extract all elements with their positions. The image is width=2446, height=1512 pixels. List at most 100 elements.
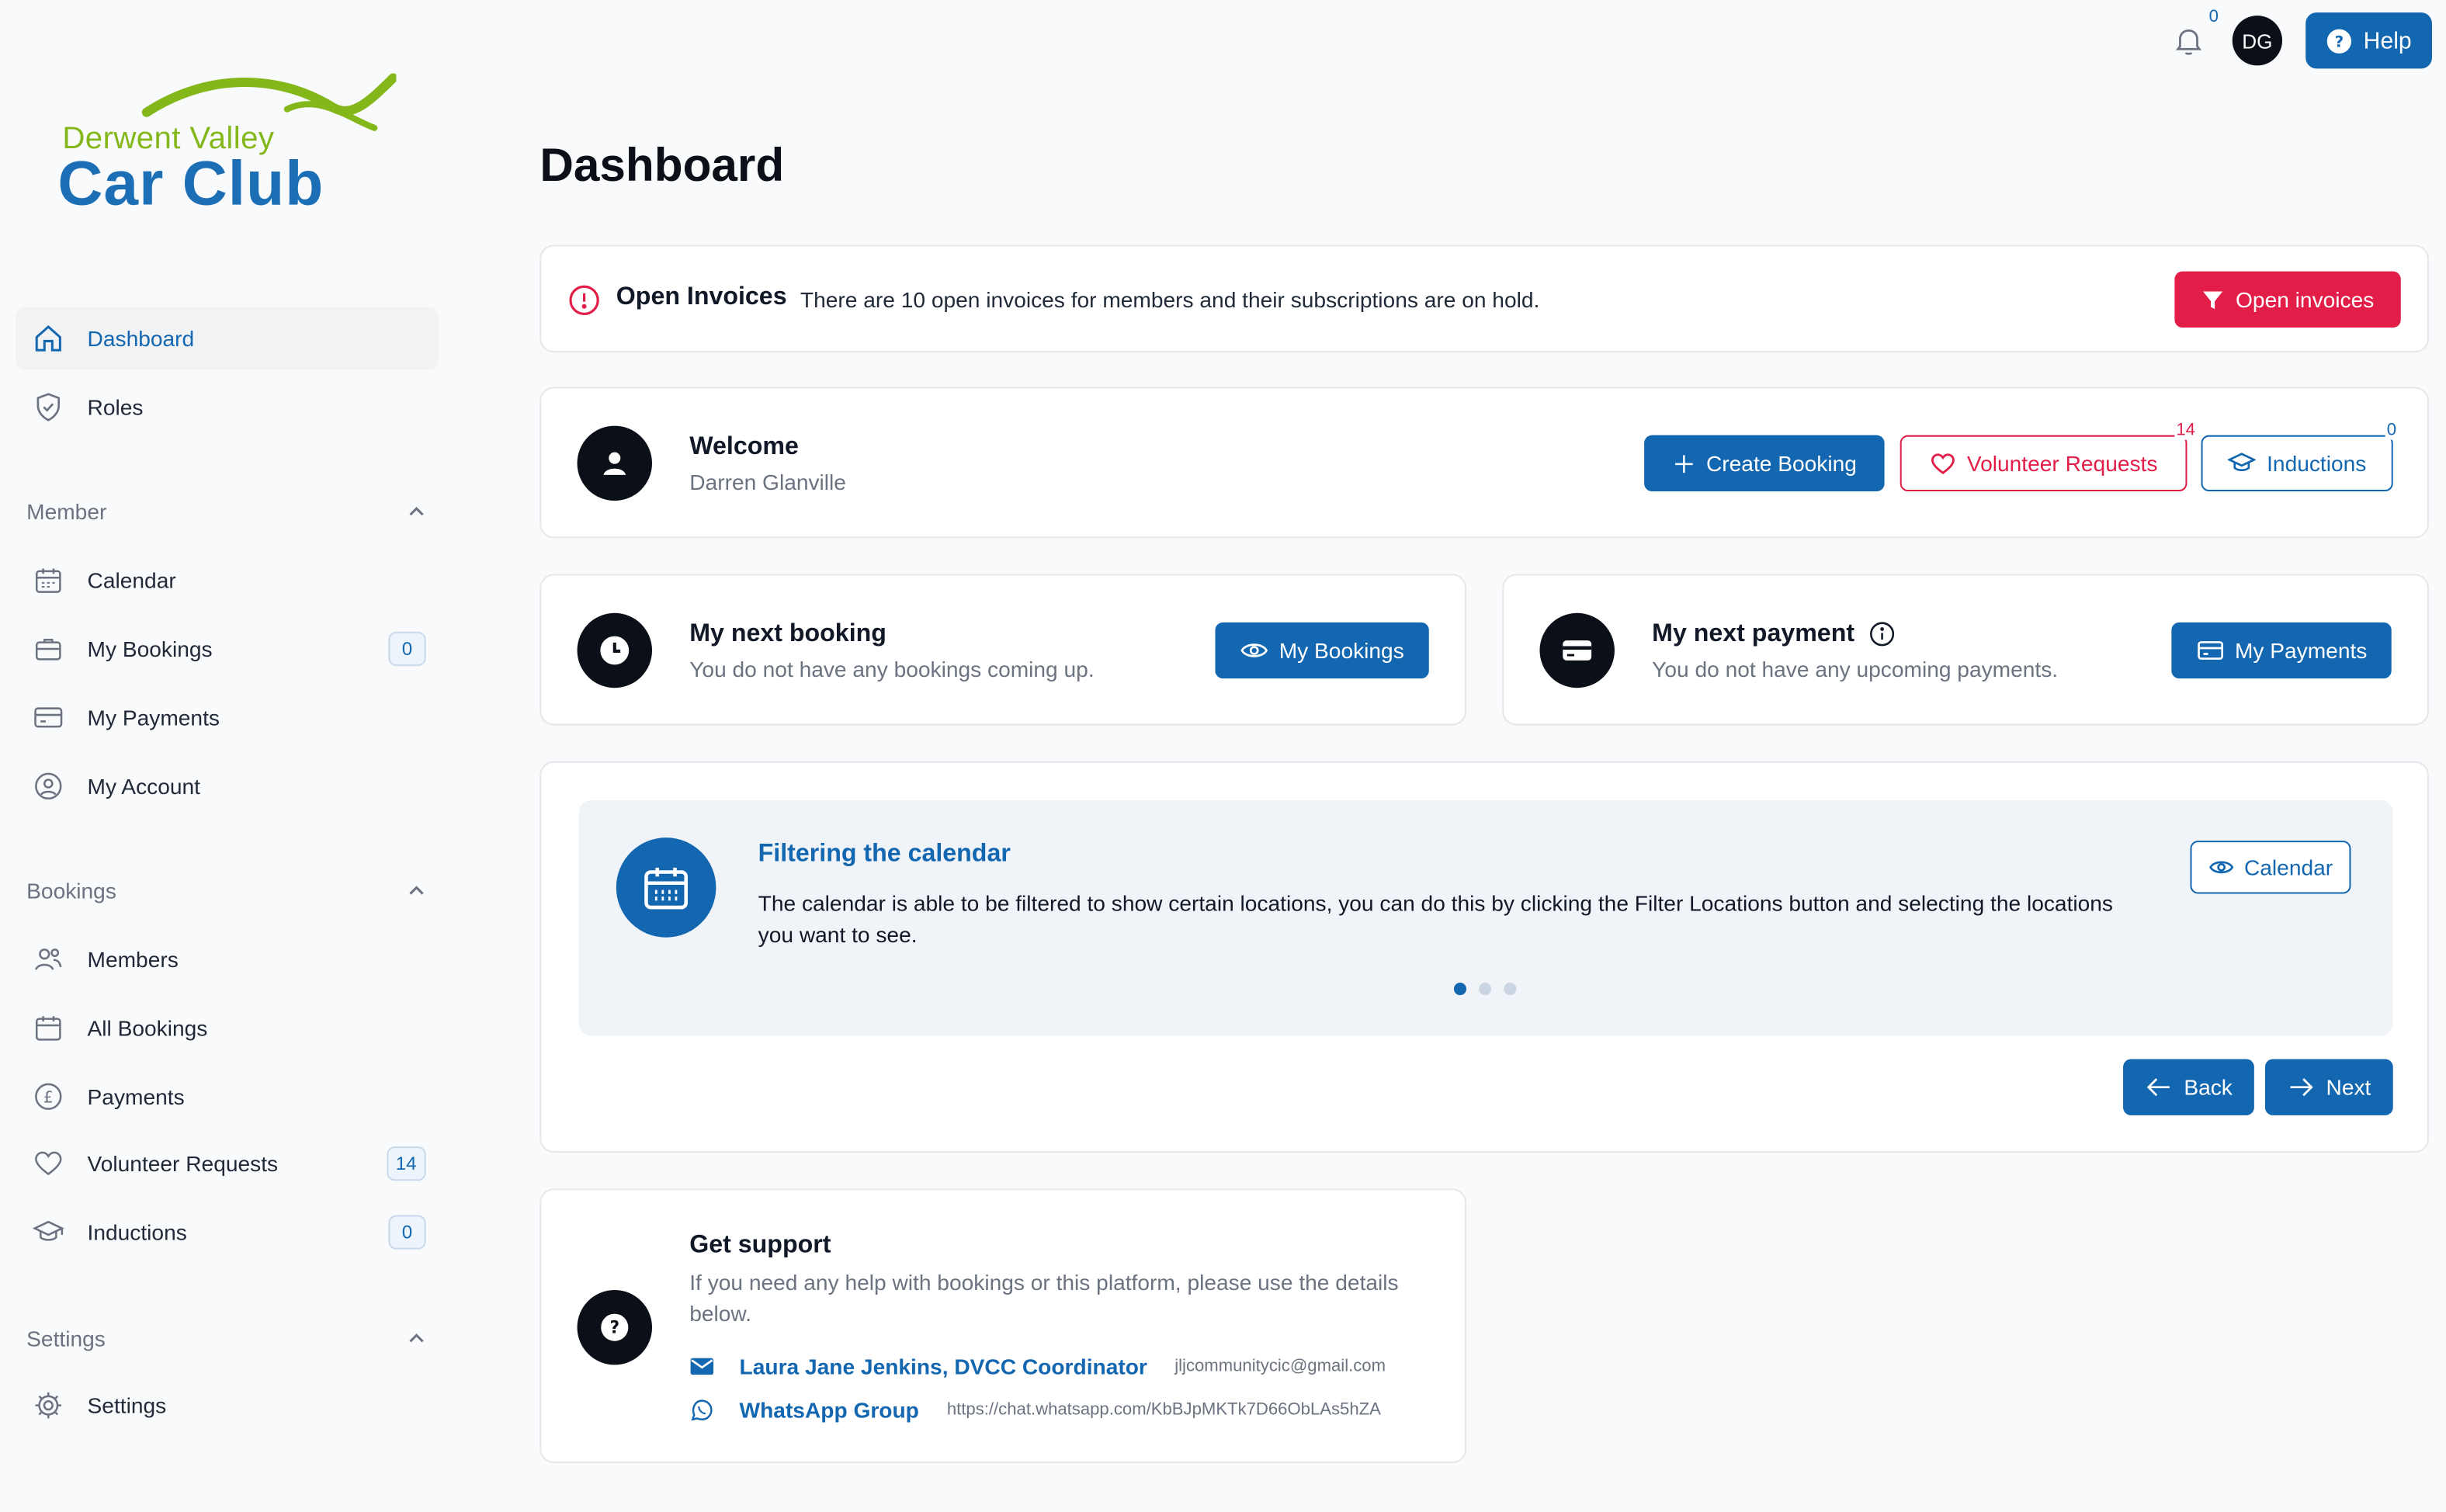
sidebar-item-inductions[interactable]: Inductions 0 <box>16 1201 439 1263</box>
sidebar-item-label: Members <box>87 946 179 972</box>
question-icon: ? <box>577 1289 653 1365</box>
sidebar-item-label: All Bookings <box>87 1015 208 1041</box>
tip-slide: Filtering the calendar The calendar is a… <box>578 799 2393 1036</box>
tips-carousel: Filtering the calendar The calendar is a… <box>540 761 2429 1153</box>
open-invoices-alert: Open Invoices There are 10 open invoices… <box>540 244 2429 353</box>
sidebar-item-payments[interactable]: £ Payments <box>16 1066 439 1128</box>
chevron-up-icon <box>409 1333 424 1343</box>
next-button[interactable]: Next <box>2264 1059 2393 1115</box>
inductions-count-badge: 0 <box>2385 421 2399 440</box>
heart-icon <box>1931 453 1955 473</box>
open-invoices-button[interactable]: Open invoices <box>2174 271 2401 328</box>
sidebar-item-my-account[interactable]: My Account <box>16 755 439 817</box>
count-badge: 0 <box>388 631 426 667</box>
button-label: Create Booking <box>1705 450 1857 476</box>
envelope-icon <box>690 1358 714 1375</box>
eye-icon <box>2208 861 2233 874</box>
carousel-dot[interactable] <box>1479 983 1492 996</box>
next-booking-text: You do not have any bookings coming up. <box>689 657 1095 682</box>
sidebar-item-all-bookings[interactable]: All Bookings <box>16 997 439 1059</box>
my-payments-button[interactable]: My Payments <box>2171 622 2392 679</box>
create-booking-button[interactable]: Create Booking <box>1644 435 1885 492</box>
heart-icon <box>31 1146 65 1181</box>
sidebar-item-label: Payments <box>87 1084 185 1109</box>
whatsapp-icon <box>691 1399 713 1421</box>
chevron-up-icon <box>409 886 424 895</box>
sidebar: Derwent Valley Car Club Dashboard Roles … <box>0 0 453 1511</box>
button-label: Inductions <box>2267 450 2367 476</box>
eye-icon <box>1240 643 1268 657</box>
inductions-button[interactable]: Inductions <box>2201 435 2393 492</box>
section-member-toggle[interactable]: Member <box>26 499 425 524</box>
welcome-name: Darren Glanville <box>689 469 846 495</box>
home-icon <box>31 321 65 355</box>
my-bookings-button[interactable]: My Bookings <box>1215 622 1429 679</box>
question-circle-icon: ? <box>2326 28 2352 53</box>
next-payment-card: My next payment You do not have any upco… <box>1502 574 2429 726</box>
button-label: Open invoices <box>2236 286 2375 312</box>
next-payment-title: My next payment <box>1652 620 1855 647</box>
sidebar-item-calendar[interactable]: Calendar <box>16 549 439 611</box>
gear-icon <box>31 1389 65 1423</box>
section-settings-toggle[interactable]: Settings <box>26 1326 425 1351</box>
alert-circle-icon <box>569 285 599 316</box>
svg-text:?: ? <box>609 1319 619 1338</box>
brand-line2: Car Club <box>57 149 324 219</box>
sidebar-item-label: Inductions <box>87 1219 187 1245</box>
carousel-dot[interactable] <box>1453 983 1467 996</box>
sidebar-item-members[interactable]: Members <box>16 928 439 990</box>
tip-title: Filtering the calendar <box>758 841 1011 868</box>
sidebar-item-label: My Account <box>87 773 200 799</box>
alert-message: There are 10 open invoices for members a… <box>800 286 1540 312</box>
count-badge: 14 <box>386 1146 426 1181</box>
count-badge: 0 <box>388 1215 426 1250</box>
calendar-icon <box>31 563 65 597</box>
support-text: If you need any help with bookings or th… <box>689 1269 1399 1326</box>
sidebar-item-settings[interactable]: Settings <box>16 1374 439 1436</box>
back-button[interactable]: Back <box>2123 1059 2254 1115</box>
chevron-up-icon <box>409 506 424 516</box>
section-title: Member <box>26 499 107 525</box>
whatsapp-url[interactable]: https://chat.whatsapp.com/KbBJpMKTk7D66O… <box>947 1401 1381 1420</box>
alert-title: Open Invoices <box>616 283 787 310</box>
sidebar-item-my-payments[interactable]: My Payments <box>16 686 439 748</box>
sidebar-item-roles[interactable]: Roles <box>16 376 439 438</box>
app-root: Derwent Valley Car Club Dashboard Roles … <box>0 0 2446 1511</box>
sidebar-item-label: Volunteer Requests <box>87 1151 279 1177</box>
avatar[interactable]: DG <box>2232 16 2283 66</box>
sidebar-item-volunteer-requests[interactable]: Volunteer Requests 14 <box>16 1132 439 1195</box>
shield-check-icon <box>31 390 65 424</box>
coordinator-email[interactable]: jljcommunitycic@gmail.com <box>1174 1357 1386 1375</box>
sidebar-item-my-bookings[interactable]: My Bookings 0 <box>16 618 439 680</box>
filter-icon <box>2203 290 2223 309</box>
notification-count: 0 <box>2208 8 2219 27</box>
button-label: Next <box>2326 1074 2371 1100</box>
tip-body: The calendar is able to be filtered to s… <box>758 890 2114 947</box>
volunteer-count-badge: 14 <box>2174 421 2198 440</box>
user-icon <box>577 425 653 501</box>
button-label: My Bookings <box>1279 637 1404 664</box>
user-circle-icon <box>31 769 65 803</box>
button-label: Calendar <box>2243 855 2333 880</box>
credit-card-icon <box>31 700 65 734</box>
section-bookings-toggle[interactable]: Bookings <box>26 878 425 903</box>
notifications-button[interactable] <box>2171 23 2205 65</box>
sidebar-item-label: My Payments <box>87 705 220 730</box>
brand-logo[interactable]: Derwent Valley Car Club <box>53 71 411 227</box>
wallet-icon <box>1539 612 1615 688</box>
whatsapp-link[interactable]: WhatsApp Group <box>740 1398 919 1423</box>
help-button[interactable]: ? Help <box>2305 12 2432 69</box>
sidebar-item-dashboard[interactable]: Dashboard <box>16 307 439 370</box>
sidebar-item-label: Roles <box>87 394 144 420</box>
volunteer-requests-button[interactable]: Volunteer Requests <box>1900 435 2188 492</box>
briefcase-icon <box>31 632 65 666</box>
svg-text:?: ? <box>2335 32 2344 50</box>
carousel-dot[interactable] <box>1504 983 1517 996</box>
plus-icon <box>1674 454 1693 473</box>
calendar-button[interactable]: Calendar <box>2190 841 2351 894</box>
info-icon[interactable] <box>1869 621 1896 647</box>
button-label: Back <box>2184 1074 2233 1100</box>
arrow-left-icon <box>2146 1078 2170 1097</box>
page-title: Dashboard <box>540 140 785 192</box>
coordinator-link[interactable]: Laura Jane Jenkins, DVCC Coordinator <box>740 1354 1147 1378</box>
